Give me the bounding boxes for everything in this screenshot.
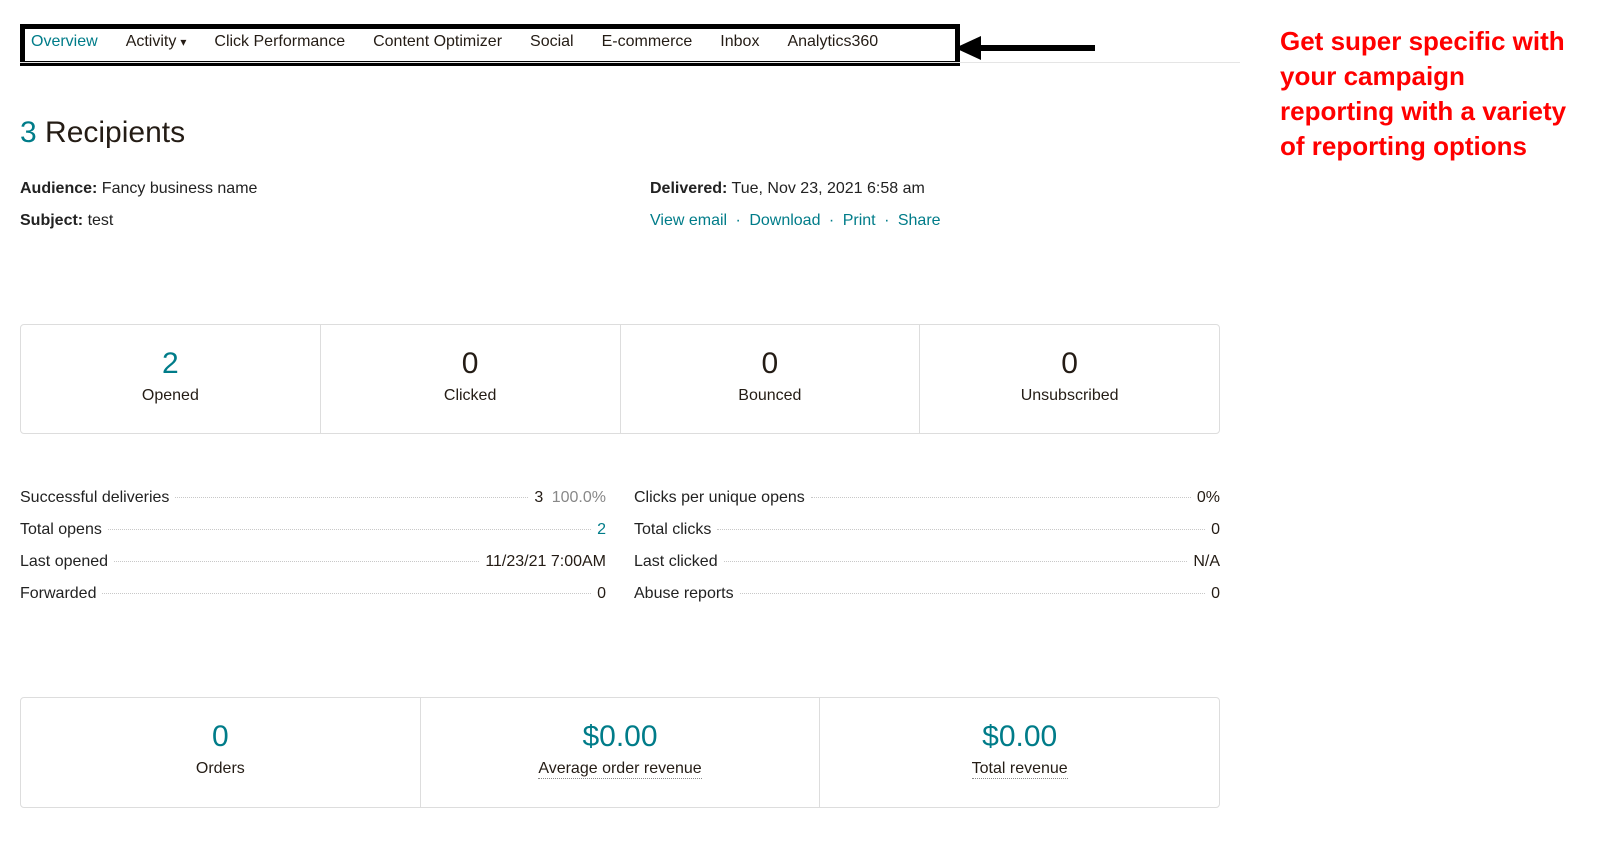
- stat-label: Forwarded: [20, 585, 96, 603]
- view-email-link[interactable]: View email: [650, 212, 727, 229]
- annotation-arrow-icon: [955, 34, 1095, 62]
- stat-dots: [740, 593, 1205, 594]
- unsubscribed-value: 0: [930, 347, 1209, 381]
- card-opened: 2 Opened: [21, 325, 321, 433]
- stat-dots: [175, 497, 528, 498]
- tab-overview[interactable]: Overview: [31, 33, 98, 51]
- tab-inbox[interactable]: Inbox: [720, 33, 759, 51]
- orders-value[interactable]: 0: [31, 720, 410, 754]
- meta-right-col: Delivered: Tue, Nov 23, 2021 6:58 am Vie…: [650, 180, 1220, 244]
- orders-label: Orders: [31, 760, 410, 778]
- unsubscribed-label: Unsubscribed: [930, 387, 1209, 405]
- stat-total-opens: Total opens 2: [20, 521, 606, 539]
- subject-row: Subject: test: [20, 212, 650, 230]
- tab-activity-label: Activity: [126, 33, 177, 51]
- stat-abuse-reports: Abuse reports 0: [634, 585, 1220, 603]
- stat-label: Total opens: [20, 521, 102, 539]
- share-link[interactable]: Share: [898, 212, 941, 229]
- stat-last-clicked: Last clicked N/A: [634, 553, 1220, 571]
- recipient-count: 3: [20, 116, 37, 149]
- clicked-value: 0: [331, 347, 610, 381]
- stat-successful-deliveries: Successful deliveries 3 100.0%: [20, 489, 606, 507]
- stat-label: Total clicks: [634, 521, 711, 539]
- aor-label: Average order revenue: [538, 760, 701, 779]
- card-total-revenue: $0.00 Total revenue: [820, 698, 1219, 807]
- download-link[interactable]: Download: [749, 212, 820, 229]
- subject-value: test: [88, 212, 114, 229]
- bounced-label: Bounced: [631, 387, 910, 405]
- tab-ecommerce[interactable]: E-commerce: [602, 33, 693, 51]
- stat-dots: [717, 529, 1205, 530]
- stat-dots: [811, 497, 1191, 498]
- revenue-cards: 0 Orders $0.00 Average order revenue $0.…: [20, 697, 1220, 808]
- stat-label: Abuse reports: [634, 585, 734, 603]
- stat-last-opened: Last opened 11/23/21 7:00AM: [20, 553, 606, 571]
- dot-sep: ·: [829, 212, 834, 229]
- clicked-label: Clicked: [331, 387, 610, 405]
- campaign-meta: Audience: Fancy business name Subject: t…: [20, 180, 1220, 244]
- dot-sep: ·: [884, 212, 889, 229]
- recipient-label: Recipients: [45, 116, 185, 149]
- stats-left-col: Successful deliveries 3 100.0% Total ope…: [20, 489, 606, 617]
- delivered-row: Delivered: Tue, Nov 23, 2021 6:58 am: [650, 180, 1220, 198]
- stat-label: Last clicked: [634, 553, 718, 571]
- report-page: Overview Activity ▾ Click Performance Co…: [0, 8, 1240, 848]
- stats-columns: Successful deliveries 3 100.0% Total ope…: [20, 489, 1220, 617]
- stat-value: 3 100.0%: [534, 489, 606, 507]
- stat-dots: [108, 529, 591, 530]
- summary-cards: 2 Opened 0 Clicked 0 Bounced 0 Unsubscri…: [20, 324, 1220, 434]
- deliveries-count: 3: [534, 489, 543, 506]
- tabbar-highlight-box: Overview Activity ▾ Click Performance Co…: [20, 24, 960, 66]
- aor-value[interactable]: $0.00: [431, 720, 810, 754]
- stat-value-link[interactable]: 2: [597, 521, 606, 539]
- stat-value: 0: [1211, 585, 1220, 603]
- stat-clicks-per-open: Clicks per unique opens 0%: [634, 489, 1220, 507]
- stat-value: 0: [1211, 521, 1220, 539]
- action-links: View email · Download · Print · Share: [650, 212, 1220, 230]
- meta-left-col: Audience: Fancy business name Subject: t…: [20, 180, 650, 244]
- chevron-down-icon: ▾: [180, 35, 186, 49]
- card-unsubscribed: 0 Unsubscribed: [920, 325, 1219, 433]
- tab-social[interactable]: Social: [530, 33, 574, 51]
- tab-click-performance[interactable]: Click Performance: [214, 33, 345, 51]
- stat-dots: [102, 593, 591, 594]
- tab-analytics360[interactable]: Analytics360: [787, 33, 878, 51]
- stat-forwarded: Forwarded 0: [20, 585, 606, 603]
- tab-underline: [20, 62, 1240, 63]
- report-tabbar: Overview Activity ▾ Click Performance Co…: [31, 33, 949, 51]
- page-title: 3 Recipients: [20, 116, 1220, 150]
- opened-value[interactable]: 2: [31, 347, 310, 381]
- stat-dots: [114, 561, 479, 562]
- card-bounced: 0 Bounced: [621, 325, 921, 433]
- stat-value: 0: [597, 585, 606, 603]
- card-avg-order-revenue: $0.00 Average order revenue: [421, 698, 821, 807]
- delivered-value: Tue, Nov 23, 2021 6:58 am: [732, 180, 925, 197]
- print-link[interactable]: Print: [843, 212, 876, 229]
- audience-value: Fancy business name: [102, 180, 258, 197]
- stat-label: Clicks per unique opens: [634, 489, 805, 507]
- card-orders: 0 Orders: [21, 698, 421, 807]
- stat-value: 0%: [1197, 489, 1220, 507]
- stat-dots: [724, 561, 1188, 562]
- dot-sep: ·: [736, 212, 741, 229]
- stat-value: N/A: [1193, 553, 1220, 571]
- audience-label: Audience:: [20, 180, 97, 197]
- stat-value: 11/23/21 7:00AM: [485, 553, 606, 571]
- opened-label: Opened: [31, 387, 310, 405]
- card-clicked: 0 Clicked: [321, 325, 621, 433]
- tab-activity[interactable]: Activity ▾: [126, 33, 187, 51]
- stat-label: Successful deliveries: [20, 489, 169, 507]
- deliveries-pct: 100.0%: [552, 489, 606, 506]
- delivered-label: Delivered:: [650, 180, 727, 197]
- stats-right-col: Clicks per unique opens 0% Total clicks …: [634, 489, 1220, 617]
- bounced-value: 0: [631, 347, 910, 381]
- tab-content-optimizer[interactable]: Content Optimizer: [373, 33, 502, 51]
- audience-row: Audience: Fancy business name: [20, 180, 650, 198]
- annotation-callout: Get super specific with your campaign re…: [1280, 24, 1580, 164]
- total-rev-value[interactable]: $0.00: [830, 720, 1209, 754]
- subject-label: Subject:: [20, 212, 83, 229]
- stat-total-clicks: Total clicks 0: [634, 521, 1220, 539]
- stat-label: Last opened: [20, 553, 108, 571]
- total-rev-label: Total revenue: [972, 760, 1068, 779]
